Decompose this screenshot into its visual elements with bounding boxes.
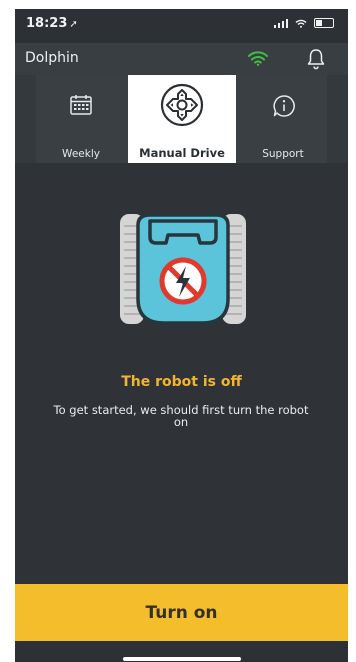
status-message: To get started, we should first turn the… <box>53 403 309 429</box>
home-indicator <box>123 657 241 661</box>
turn-on-button[interactable]: Turn on <box>15 584 348 641</box>
tab-manual-drive-label: Manual Drive <box>139 146 225 160</box>
calendar-icon <box>70 95 92 115</box>
wifi-icon <box>248 51 268 66</box>
cellular-signal-icon <box>274 18 288 28</box>
status-title: The robot is off <box>121 374 242 390</box>
bell-icon[interactable] <box>306 48 326 70</box>
status-wifi-icon <box>295 19 307 28</box>
tab-support-label: Support <box>262 148 304 160</box>
tab-manual-drive[interactable]: Manual Drive <box>128 75 236 163</box>
tab-bar-edge-right <box>327 75 348 163</box>
system-icons <box>274 18 334 28</box>
status-time: 18:23 ➚ <box>26 16 78 31</box>
info-icon <box>273 95 295 117</box>
main-content: The robot is off To get started, we shou… <box>15 163 348 583</box>
tab-weekly[interactable]: Weekly <box>36 75 126 163</box>
battery-icon <box>314 18 334 28</box>
tab-weekly-label: Weekly <box>62 148 100 160</box>
robot-off-icon <box>120 213 246 325</box>
app-title: Dolphin <box>25 50 79 66</box>
joystick-icon <box>160 83 204 127</box>
app-bar: Dolphin <box>15 43 348 75</box>
tab-bar: Weekly Manual Drive Support <box>15 75 348 163</box>
phone-screen: 18:23 ➚ Dolphin Weekly Manual Drive Supp… <box>15 9 348 662</box>
clock-text: 18:23 <box>26 16 68 31</box>
tab-support[interactable]: Support <box>238 75 328 163</box>
tab-bar-edge-left <box>15 75 36 163</box>
status-bar: 18:23 ➚ <box>15 9 348 43</box>
location-arrow-icon: ➚ <box>69 19 78 30</box>
